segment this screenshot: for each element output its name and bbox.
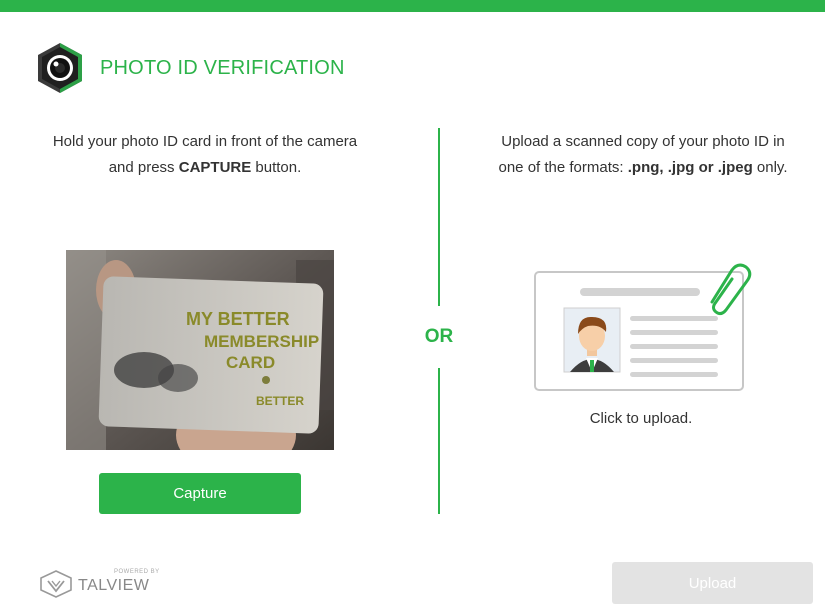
vertical-divider-top: [438, 128, 440, 306]
upload-formats: .png, .jpg or .jpeg: [627, 159, 753, 176]
vertical-divider-bottom: [438, 368, 440, 514]
camera-preview: MY BETTER MEMBERSHIP CARD BETTER: [66, 250, 334, 450]
upload-instructions: Upload a scanned copy of your photo ID i…: [488, 129, 798, 181]
id-card-with-paperclip-icon: [534, 263, 752, 391]
page-header: PHOTO ID VERIFICATION: [36, 42, 345, 94]
top-accent-bar: [0, 0, 825, 12]
capture-button[interactable]: Capture: [99, 473, 301, 514]
card-text-line2: MEMBERSHIP: [204, 332, 319, 351]
powered-by-talview: POWERED BY TALVIEW: [38, 569, 159, 599]
powered-by-label: POWERED BY: [114, 569, 160, 575]
card-brand: BETTER: [256, 394, 304, 408]
capture-instructions-end: button.: [251, 159, 302, 176]
capture-keyword: CAPTURE: [178, 159, 252, 176]
upload-button[interactable]: Upload: [612, 562, 813, 604]
camera-frame-image: MY BETTER MEMBERSHIP CARD BETTER: [66, 250, 334, 450]
page-title: PHOTO ID VERIFICATION: [100, 56, 345, 79]
upload-instructions-end: only.: [752, 159, 788, 176]
talview-brand-name: TALVIEW: [78, 577, 150, 594]
camera-lens-icon: [38, 43, 82, 93]
card-text-line1: MY BETTER: [186, 309, 290, 329]
upload-drop-area[interactable]: [532, 262, 754, 394]
or-separator-label: OR: [424, 326, 454, 347]
capture-instructions: Hold your photo ID card in front of the …: [50, 129, 360, 181]
click-to-upload-text[interactable]: Click to upload.: [536, 410, 746, 427]
card-text-line3: CARD: [226, 353, 275, 372]
talview-logo-icon: [40, 570, 72, 598]
